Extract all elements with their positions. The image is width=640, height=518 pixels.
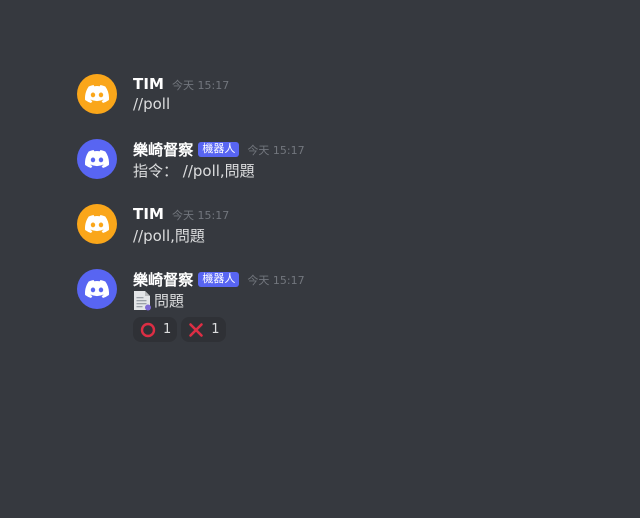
timestamp: 今天 15:17 <box>247 144 305 157</box>
circle-o-icon <box>140 322 156 338</box>
username[interactable]: TIM <box>133 75 164 93</box>
timestamp: 今天 15:17 <box>172 79 230 92</box>
username[interactable]: 樂崎督察 <box>133 139 193 160</box>
username[interactable]: TIM <box>133 205 164 223</box>
username[interactable]: 樂崎督察 <box>133 269 193 290</box>
reaction-cross[interactable]: 1 <box>181 317 226 342</box>
message: TIM 今天 15:17 //poll <box>0 74 640 114</box>
message-content: 問題 <box>133 290 184 311</box>
reaction-count: 1 <box>163 322 172 337</box>
timestamp: 今天 15:17 <box>247 274 305 287</box>
message-header: 樂崎督察 機器人 今天 15:17 <box>133 269 305 289</box>
message-content: 指令： //poll,問題 <box>133 162 255 180</box>
cross-x-icon <box>188 322 204 338</box>
chat-messages: TIM 今天 15:17 //poll 樂崎督察 機器人 今天 15:17 指令… <box>0 0 640 518</box>
discord-logo-icon <box>85 215 109 233</box>
message: 樂崎督察 機器人 今天 15:17 指令： //poll,問題 <box>0 139 640 180</box>
reactions: 1 1 <box>133 317 230 342</box>
discord-logo-icon <box>85 150 109 168</box>
avatar[interactable] <box>77 139 117 179</box>
document-icon <box>134 291 151 311</box>
discord-logo-icon <box>85 85 109 103</box>
message-content: //poll,問題 <box>133 227 205 245</box>
reaction-count: 1 <box>211 322 220 337</box>
avatar[interactable] <box>77 204 117 244</box>
discord-logo-icon <box>85 280 109 298</box>
message-content: //poll <box>133 95 171 113</box>
reaction-circle[interactable]: 1 <box>133 317 178 342</box>
bot-tag: 機器人 <box>198 141 240 157</box>
avatar[interactable] <box>77 269 117 309</box>
message-header: TIM 今天 15:17 <box>133 74 229 94</box>
message-header: TIM 今天 15:17 <box>133 204 229 224</box>
bot-tag: 機器人 <box>198 271 240 287</box>
message-text: 問題 <box>154 292 185 310</box>
timestamp: 今天 15:17 <box>172 209 230 222</box>
avatar[interactable] <box>77 74 117 114</box>
message: TIM 今天 15:17 //poll,問題 <box>0 204 640 245</box>
message-header: 樂崎督察 機器人 今天 15:17 <box>133 139 305 159</box>
message: 樂崎督察 機器人 今天 15:17 問題 1 1 <box>0 269 640 342</box>
